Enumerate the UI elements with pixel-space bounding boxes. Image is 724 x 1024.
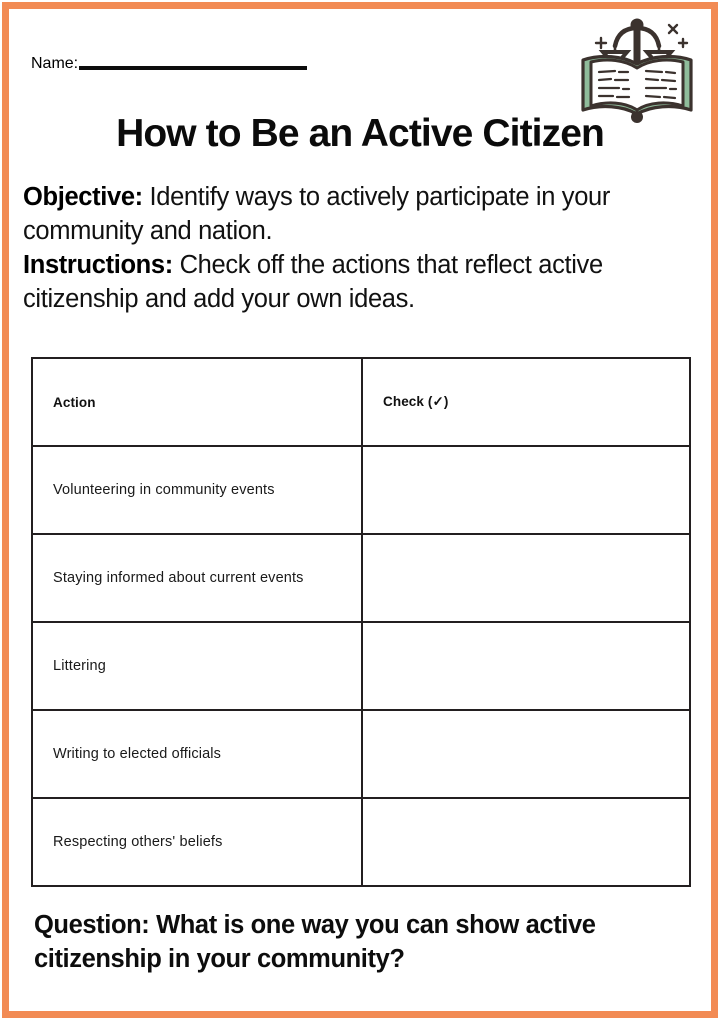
table-body: Volunteering in community events Staying…	[31, 445, 691, 887]
name-input-blank[interactable]	[79, 66, 308, 70]
table-row: Staying informed about current events	[31, 533, 691, 623]
check-cell[interactable]	[361, 797, 691, 887]
closing-question: Question: What is one way you can show a…	[34, 911, 596, 973]
objective-label: Objective:	[23, 183, 143, 211]
intro-text-block: Objective: Identify ways to actively par…	[23, 181, 707, 317]
actions-checklist-table: Action Check (✓) Volunteering in communi…	[31, 357, 691, 887]
check-cell[interactable]	[361, 533, 691, 623]
action-cell: Littering	[31, 621, 363, 711]
table-row: Volunteering in community events	[31, 445, 691, 535]
table-row: Writing to elected officials	[31, 709, 691, 799]
objective-line: Objective: Identify ways to actively par…	[23, 181, 707, 249]
table-row: Respecting others' beliefs	[31, 797, 691, 887]
instructions-label: Instructions:	[23, 250, 173, 279]
action-cell: Writing to elected officials	[31, 709, 363, 799]
action-cell: Staying informed about current events	[31, 533, 363, 623]
name-label: Name:	[31, 55, 79, 72]
check-cell[interactable]	[361, 621, 691, 711]
check-cell[interactable]	[361, 709, 691, 799]
table-header: Action Check (✓)	[31, 357, 691, 447]
action-cell: Respecting others' beliefs	[31, 797, 363, 887]
name-field-row: Name:	[31, 31, 308, 73]
instructions-line: Instructions: Check off the actions that…	[23, 249, 707, 317]
law-book-scales-icon	[573, 12, 701, 124]
worksheet-content: Name: How to Be an Active Citizen Object…	[9, 9, 711, 1011]
table-row: Littering	[31, 621, 691, 711]
worksheet-page: Name: How to Be an Active Citizen Object…	[0, 0, 724, 1024]
page-title: How to Be an Active Citizen	[116, 112, 605, 155]
check-cell[interactable]	[361, 445, 691, 535]
table-header-row: Action Check (✓)	[31, 357, 691, 447]
column-header-check: Check (✓)	[361, 357, 691, 447]
action-cell: Volunteering in community events	[31, 445, 363, 535]
column-header-action: Action	[31, 357, 363, 447]
